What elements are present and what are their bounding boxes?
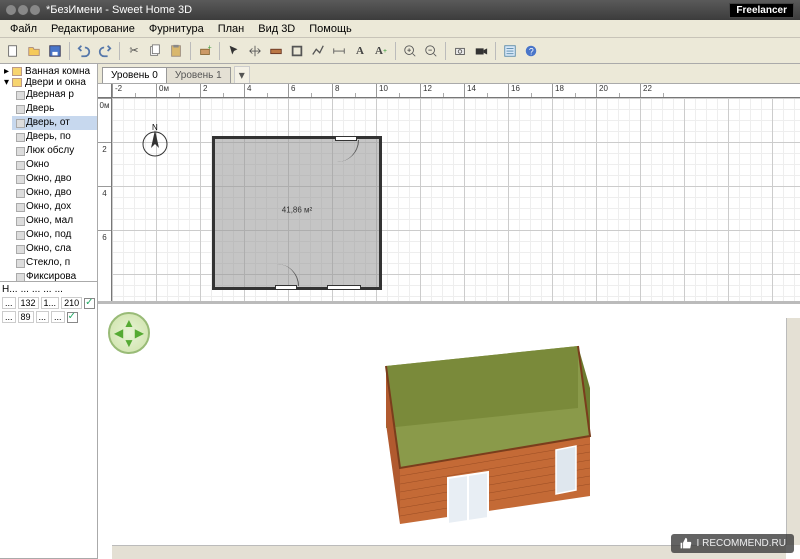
paste-icon[interactable] xyxy=(167,42,185,60)
save-icon[interactable] xyxy=(46,42,64,60)
door-icon[interactable] xyxy=(335,136,357,141)
text-plus-icon[interactable]: A+ xyxy=(372,42,390,60)
tree-item[interactable]: Окно, мал xyxy=(12,214,97,228)
tree-item[interactable]: Дверная р xyxy=(12,88,97,102)
pan-icon[interactable] xyxy=(246,42,264,60)
tree-item[interactable]: Окно, под xyxy=(12,228,97,242)
door-icon[interactable] xyxy=(275,285,297,290)
plan-canvas[interactable]: -20м246810121416182022 0м246 N 41,86 м² xyxy=(98,84,800,301)
menu-furniture[interactable]: Фурнитура xyxy=(143,21,210,37)
tree-item[interactable]: Окно, сла xyxy=(12,242,97,256)
tree-item[interactable]: Дверь, по xyxy=(12,130,97,144)
text-icon[interactable]: A xyxy=(351,42,369,60)
col-header[interactable]: ... xyxy=(21,284,29,295)
col-header[interactable]: ... xyxy=(43,284,51,295)
compass-icon[interactable]: N xyxy=(140,122,170,160)
tree-category[interactable]: ▾Двери и окна xyxy=(2,77,97,88)
tree-item[interactable]: Фиксирова xyxy=(12,270,97,282)
menu-view3d[interactable]: Вид 3D xyxy=(252,21,301,37)
svg-text:N: N xyxy=(152,123,158,132)
catalog-tree[interactable]: ▸Ванная комна ▾Двери и окна Дверная рДве… xyxy=(0,64,97,282)
open-icon[interactable] xyxy=(25,42,43,60)
polyline-icon[interactable] xyxy=(309,42,327,60)
new-file-icon[interactable] xyxy=(4,42,22,60)
undo-icon[interactable] xyxy=(75,42,93,60)
plan-grid[interactable]: N 41,86 м² xyxy=(112,98,800,301)
svg-text:+: + xyxy=(208,44,212,51)
add-level-button[interactable]: ▾ xyxy=(234,66,250,83)
add-furniture-icon[interactable]: + xyxy=(196,42,214,60)
col-header[interactable]: Н... xyxy=(2,284,18,295)
menubar: Файл Редактирование Фурнитура План Вид 3… xyxy=(0,20,800,38)
table-row[interactable]: ...89...... xyxy=(2,311,95,323)
plan-pane: Уровень 0 Уровень 1 ▾ -20м24681012141618… xyxy=(98,64,800,304)
tree-item[interactable]: Окно, дво xyxy=(12,186,97,200)
window-icon[interactable] xyxy=(327,285,361,290)
window-title: *БезИмени - Sweet Home 3D xyxy=(46,4,192,16)
redo-icon[interactable] xyxy=(96,42,114,60)
menu-help[interactable]: Помощь xyxy=(303,21,358,37)
col-header[interactable]: ... xyxy=(55,284,63,295)
room-icon[interactable] xyxy=(288,42,306,60)
wall-icon[interactable] xyxy=(267,42,285,60)
house-3d[interactable] xyxy=(328,328,628,528)
tree-item[interactable]: Дверь, от xyxy=(12,116,97,130)
dimension-icon[interactable] xyxy=(330,42,348,60)
watermark: I RECOMMEND.RU xyxy=(671,534,794,553)
toolbar: ✂ + A A+ ? xyxy=(0,38,800,64)
visible-checkbox[interactable] xyxy=(67,312,78,323)
nav3d-control[interactable]: ▲ ▼ ◀ ▶ xyxy=(108,312,150,354)
col-header[interactable]: ... xyxy=(32,284,40,295)
svg-text:?: ? xyxy=(529,46,534,56)
menu-file[interactable]: Файл xyxy=(4,21,43,37)
tree-item[interactable]: Окно xyxy=(12,158,97,172)
thumb-up-icon xyxy=(679,537,692,550)
window-titlebar: *БезИмени - Sweet Home 3D Freelancer xyxy=(0,0,800,20)
ruler-horizontal: -20м246810121416182022 xyxy=(112,84,800,98)
furniture-list[interactable]: Н... ... ... ... ... ... 132 1... 210 ..… xyxy=(0,282,97,559)
camera-icon[interactable] xyxy=(472,42,490,60)
tree-item[interactable]: Окно, дво xyxy=(12,172,97,186)
view3d-pane[interactable]: ▲ ▼ ◀ ▶ xyxy=(98,304,800,559)
ruler-vertical: 0м246 xyxy=(98,98,112,301)
arrow-right-icon[interactable]: ▶ xyxy=(135,326,144,340)
menu-plan[interactable]: План xyxy=(212,21,251,37)
arrow-down-icon[interactable]: ▼ xyxy=(123,336,135,350)
tab-level-0[interactable]: Уровень 0 xyxy=(102,67,167,83)
arrow-up-icon[interactable]: ▲ xyxy=(123,316,135,330)
arrow-left-icon[interactable]: ◀ xyxy=(114,326,123,340)
table-row[interactable]: ... 132 1... 210 xyxy=(2,297,95,309)
tree-item[interactable]: Стекло, п xyxy=(12,256,97,270)
tree-item[interactable]: Дверь xyxy=(12,102,97,116)
room-area-label: 41,86 м² xyxy=(282,206,312,215)
tab-level-1[interactable]: Уровень 1 xyxy=(166,67,231,83)
window-controls[interactable] xyxy=(6,5,40,15)
tree-item[interactable]: Окно, дох xyxy=(12,200,97,214)
zoom-out-icon[interactable] xyxy=(422,42,440,60)
select-icon[interactable] xyxy=(225,42,243,60)
zoom-in-icon[interactable] xyxy=(401,42,419,60)
create-photo-icon[interactable] xyxy=(451,42,469,60)
help-icon[interactable]: ? xyxy=(522,42,540,60)
visible-checkbox[interactable] xyxy=(84,298,95,309)
tree-item[interactable]: Люк обслу xyxy=(12,144,97,158)
freelancer-badge: Freelancer xyxy=(729,3,794,18)
scrollbar-vertical[interactable] xyxy=(786,318,800,545)
copy-icon[interactable] xyxy=(146,42,164,60)
room[interactable]: 41,86 м² xyxy=(212,136,382,290)
preferences-icon[interactable] xyxy=(501,42,519,60)
menu-edit[interactable]: Редактирование xyxy=(45,21,141,37)
tree-category[interactable]: ▸Ванная комна xyxy=(2,66,97,77)
cut-icon[interactable]: ✂ xyxy=(125,42,143,60)
